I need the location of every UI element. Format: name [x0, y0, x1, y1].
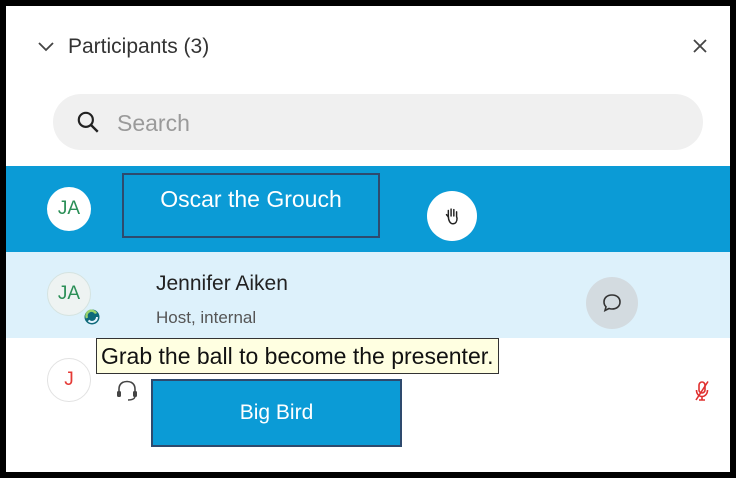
presenter-tooltip: Grab the ball to become the presenter.	[96, 338, 499, 374]
avatar-initials: JA	[57, 283, 81, 304]
raise-hand-icon	[445, 208, 458, 225]
avatar-initials: J	[64, 369, 74, 390]
presenter-ball-icon[interactable]	[84, 309, 100, 325]
participant-role: Host, internal	[156, 308, 257, 327]
headset-icon	[117, 380, 137, 401]
chat-icon	[603, 294, 621, 313]
participant-name-text: Big Bird	[239, 401, 314, 424]
chat-button[interactable]	[586, 277, 638, 329]
participants-panel: Participants (3) JA Oscar the Grouch JA	[6, 6, 730, 472]
avatar: JA	[47, 187, 91, 231]
search-box[interactable]	[53, 94, 703, 150]
participant-name: Oscar the Grouch	[122, 173, 380, 238]
search-icon	[77, 111, 99, 133]
avatar-initials: JA	[57, 198, 81, 219]
participant-name: Big Bird	[151, 379, 402, 447]
panel-title: Participants (3)	[68, 35, 210, 58]
chevron-down-icon[interactable]	[34, 34, 58, 58]
raise-hand-button[interactable]	[427, 191, 477, 241]
participant-row[interactable]: JA Oscar the Grouch	[6, 166, 730, 252]
participant-name-text: Oscar the Grouch	[160, 186, 342, 212]
search-input[interactable]	[115, 104, 679, 142]
close-icon[interactable]	[688, 34, 712, 58]
mic-muted-icon[interactable]	[694, 380, 710, 402]
participant-name: Jennifer Aiken	[156, 272, 288, 295]
panel-header: Participants (3)	[6, 6, 730, 86]
avatar: JA	[47, 272, 91, 316]
participant-row[interactable]: JA Jennifer Aiken Host, internal	[6, 252, 730, 338]
avatar: J	[47, 358, 91, 402]
